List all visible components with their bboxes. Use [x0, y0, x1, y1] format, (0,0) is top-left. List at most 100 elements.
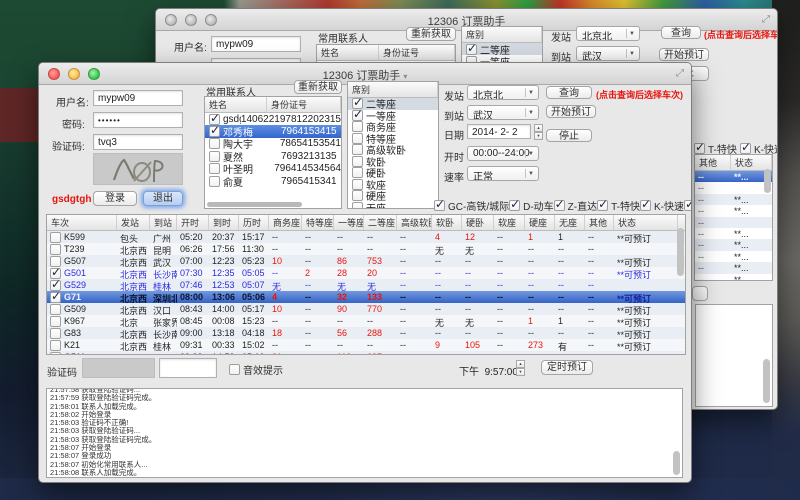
back-depart-select[interactable]: 北京北▼ — [576, 26, 640, 41]
checkbox-checked-icon[interactable] — [466, 44, 477, 55]
back-train-row[interactable]: --**... — [695, 194, 772, 205]
back-query-button[interactable]: 查询 — [661, 26, 701, 39]
column-header[interactable]: 无座 — [555, 215, 585, 230]
back-train-row[interactable]: -- — [695, 217, 772, 228]
bottom-captcha-input[interactable] — [159, 358, 217, 378]
train-type-checkbox[interactable]: Z-直达 — [554, 198, 597, 213]
checkbox-icon[interactable] — [352, 133, 363, 144]
back-train-row[interactable]: -- — [695, 182, 772, 193]
column-header[interactable]: 车次 — [47, 215, 117, 230]
train-row[interactable]: G511北京西汉口09:3314:5305:1021--110625------… — [47, 351, 685, 355]
train-row[interactable]: G509北京西汉口08:4314:0005:1710--90770-------… — [47, 303, 685, 315]
back-train-row[interactable]: --** — [695, 274, 772, 281]
column-header[interactable]: 一等座 — [334, 215, 364, 230]
column-header[interactable]: 软座 — [494, 215, 525, 230]
seat-class-item[interactable]: 高级软卧 — [348, 144, 438, 156]
back-train-row[interactable]: --**... — [695, 171, 772, 182]
column-header[interactable]: 软卧 — [432, 215, 462, 230]
column-header[interactable]: 硬卧 — [462, 215, 494, 230]
checkbox-icon[interactable] — [352, 156, 363, 167]
back-status-header[interactable]: 状态 — [731, 155, 772, 170]
seat-class-item[interactable]: 无座 — [348, 202, 438, 210]
column-header[interactable]: 发站 — [117, 215, 150, 230]
captcha-input[interactable]: tvq3 — [93, 134, 183, 150]
checkbox-icon[interactable] — [352, 202, 363, 209]
checkbox-icon[interactable] — [50, 256, 61, 267]
timer-time-field[interactable]: 下午 9:57:00 — [459, 363, 518, 378]
column-header[interactable]: 状态 — [614, 215, 678, 230]
log-scrollbar[interactable] — [673, 451, 680, 475]
timer-book-button[interactable]: 定时预订 — [541, 360, 593, 375]
checkbox-checked-icon[interactable] — [50, 292, 61, 303]
checkbox-checked-icon[interactable] — [434, 200, 445, 211]
checkbox-checked-icon[interactable] — [50, 280, 61, 291]
timer-stepper[interactable]: ▲▼ — [516, 360, 525, 375]
back-other-header[interactable]: 其他 — [695, 155, 731, 170]
train-row[interactable]: K21北京西桂林09:3100:3315:02----------9105--2… — [47, 339, 685, 351]
date-stepper[interactable]: ▲▼ — [534, 124, 543, 139]
seat-class-item[interactable]: 硬座 — [348, 190, 438, 202]
train-row[interactable]: T239北京西昆明06:2617:5611:30----------无无----… — [47, 243, 685, 255]
checkbox-checked-icon[interactable] — [352, 110, 363, 121]
column-header[interactable]: 特等座 — [302, 215, 334, 230]
checkbox-icon[interactable] — [352, 121, 363, 132]
title-caret-icon[interactable]: ▾ — [403, 72, 407, 81]
checkbox-checked-icon[interactable] — [597, 200, 608, 211]
column-header[interactable]: 高级软卧 — [397, 215, 432, 230]
checkbox-icon[interactable] — [209, 138, 220, 149]
column-header[interactable]: 开时 — [177, 215, 209, 230]
checkbox-icon[interactable] — [352, 167, 363, 178]
train-type-checkbox[interactable]: GC-高铁/城际 — [434, 198, 509, 213]
back-refresh-button[interactable]: 重新获取 — [406, 27, 456, 41]
checkbox-icon[interactable] — [352, 190, 363, 201]
train-type-checkbox[interactable]: D-动车 — [509, 198, 554, 213]
back-id-header[interactable]: 身份证号 — [379, 45, 455, 60]
query-button[interactable]: 查询 — [546, 86, 592, 99]
checkbox-checked-icon[interactable] — [50, 268, 61, 279]
checkbox-icon[interactable] — [50, 340, 61, 351]
contacts-list[interactable]: 姓名 身份证号 gsdgtgh140622197812202315邓秀梅7964… — [204, 96, 342, 209]
expand-icon[interactable]: ⤢ — [762, 14, 770, 25]
back-username-input[interactable]: mypw09 — [211, 36, 301, 52]
captcha-image[interactable] — [93, 153, 183, 185]
back-arrive-select[interactable]: 武汉▼ — [576, 46, 640, 61]
back-train-row[interactable]: --**... — [695, 205, 772, 216]
column-header[interactable]: 商务座 — [269, 215, 302, 230]
depart-select[interactable]: 北京北▼ — [467, 85, 539, 100]
checkbox-checked-icon[interactable] — [509, 200, 520, 211]
column-header[interactable]: 二等座 — [364, 215, 397, 230]
checkbox-checked-icon[interactable] — [209, 126, 220, 137]
sound-checkbox[interactable]: 音效提示 — [229, 362, 283, 377]
seat-class-item[interactable]: 软座 — [348, 179, 438, 191]
checkbox-checked-icon[interactable] — [554, 200, 565, 211]
back-train-row[interactable]: --**... — [695, 228, 772, 239]
column-header[interactable]: 硬座 — [525, 215, 555, 230]
checkbox-icon[interactable] — [352, 179, 363, 190]
contacts-hscrollbar[interactable] — [207, 202, 302, 207]
log-area[interactable]: 21:57:58 获取登陆验证码...21:57:59 获取登陆验证码完成。21… — [46, 388, 683, 478]
train-type-checkbox[interactable]: 其他 — [684, 198, 692, 213]
refresh-contacts-button[interactable]: 重新获取 — [294, 80, 342, 94]
checkbox-checked-icon[interactable] — [694, 143, 705, 154]
time-select[interactable]: 00:00--24:00▼ — [467, 146, 539, 161]
checkbox-checked-icon[interactable] — [740, 143, 751, 154]
checkbox-icon[interactable] — [50, 232, 61, 243]
column-header[interactable]: 到站 — [150, 215, 177, 230]
train-table[interactable]: 车次发站到站开时到时历时商务座特等座一等座二等座高级软卧软卧硬卧软座硬座无座其他… — [46, 214, 686, 355]
checkbox-icon[interactable] — [209, 151, 220, 162]
login-button[interactable]: 登录 — [93, 191, 137, 206]
back-table-scrollbar[interactable] — [764, 169, 771, 193]
checkbox-icon[interactable] — [50, 304, 61, 315]
back-train-row[interactable]: --**... — [695, 251, 772, 262]
speed-select[interactable]: 正常▼ — [467, 166, 539, 181]
column-header[interactable]: 到时 — [209, 215, 239, 230]
column-header[interactable]: 其他 — [585, 215, 614, 230]
date-input[interactable]: 2014- 2- 2 — [467, 124, 531, 139]
checkbox-icon[interactable] — [50, 328, 61, 339]
bottom-captcha-image[interactable] — [82, 358, 155, 378]
checkbox-icon[interactable] — [229, 364, 240, 375]
train-type-checkbox[interactable]: K-快速 — [640, 198, 684, 213]
train-row[interactable]: G83北京西长沙南09:0013:1804:1818--56288-------… — [47, 327, 685, 339]
back-train-table[interactable]: 其他 状态 --**...----**...--**...----**...--… — [694, 154, 773, 281]
seat-class-item[interactable]: 硬卧 — [348, 167, 438, 179]
